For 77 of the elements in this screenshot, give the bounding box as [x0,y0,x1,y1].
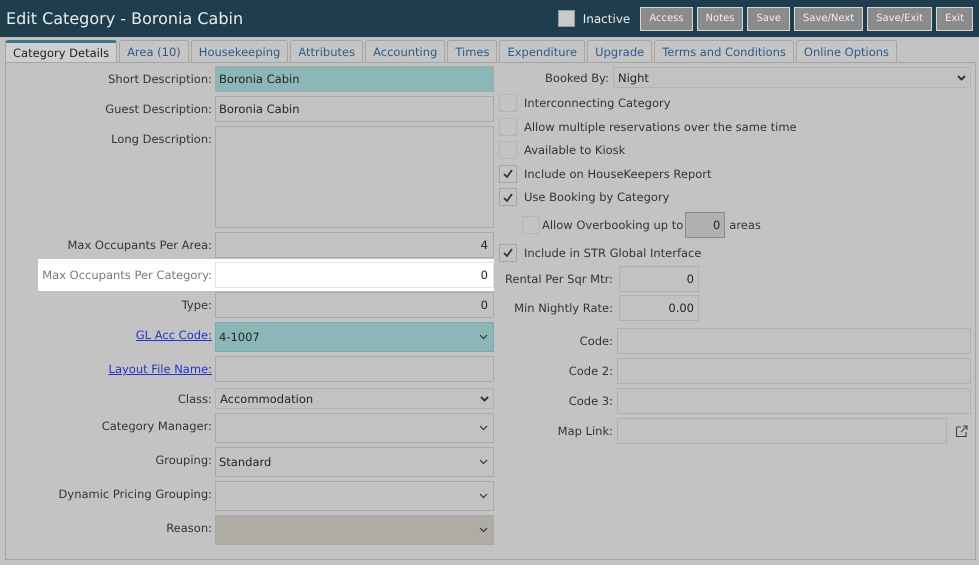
field-label: Code: [578,334,614,348]
chevron-down-icon [957,74,966,81]
chevron-down-icon [479,334,488,340]
field-label: Max Occupants Per Category: [41,267,212,282]
text-area[interactable] [215,126,494,228]
checkbox-label: Interconnecting Category [524,96,671,110]
field-label: Long Description: [110,131,212,146]
unit-label: areas [729,218,761,232]
checkbox[interactable] [499,244,517,262]
field-label: Class: [176,391,212,406]
checkbox[interactable] [558,10,575,27]
field-label: Min Nightly Rate: [513,301,614,315]
tab[interactable]: Housekeeping [190,40,288,62]
text-field[interactable] [215,356,494,382]
tab[interactable]: Area (10) [119,40,189,62]
number-field[interactable]: 0 [685,212,726,238]
toolbar-button[interactable]: Save [747,6,790,30]
dropdown[interactable]: 4-1007 [215,322,494,352]
chevron-down-icon [479,459,488,465]
chevron-down-icon [480,396,489,402]
checkmark-icon [503,248,513,258]
field-label: Max Occupants Per Area: [66,237,212,252]
field-label: Reason: [165,520,212,535]
field-label: Code 2: [568,364,614,378]
field-label: Code 3: [568,394,614,408]
chevron-down-icon [479,527,488,533]
field-label: Booked By: [544,70,610,85]
checkbox-label: Inactive [582,12,630,26]
checkbox-label: Use Booking by Category [524,190,670,204]
tab[interactable]: Accounting [365,40,446,62]
dropdown[interactable] [215,481,494,511]
dropdown[interactable] [215,413,494,443]
field-label: Category Manager: [100,418,212,433]
dropdown[interactable]: Standard [215,447,494,477]
field-label: Guest Description: [104,101,212,116]
checkbox[interactable] [499,188,517,206]
number-field[interactable]: 4 [215,232,494,258]
checkbox-label: Include in STR Global Interface [524,246,702,260]
number-field[interactable]: 0 [215,292,494,318]
field-label: Map Link: [556,424,614,438]
tab[interactable]: Upgrade [587,40,652,62]
chevron-down-icon [479,425,488,431]
field-label: Type: [180,297,212,312]
chevron-down-icon [479,493,488,499]
number-field[interactable]: 0 [215,262,494,288]
tab[interactable]: Expenditure [499,40,586,62]
field-label: Rental Per Sqr Mtr: [504,272,614,286]
tab[interactable]: Times [447,40,498,62]
field-link[interactable]: GL Acc Code: [136,322,212,342]
tab[interactable]: Attributes [290,40,364,62]
toolbar-button[interactable]: Save/Next [794,6,864,30]
checkbox-label: Allow multiple reservations over the same time [524,120,797,134]
checkbox[interactable] [499,164,517,183]
tab[interactable]: Terms and Conditions [654,40,794,62]
text-field[interactable]: Boronia Cabin [215,96,494,122]
toolbar-button[interactable]: Exit [936,6,973,30]
checkmark-icon [503,169,513,178]
number-field[interactable]: 0 [619,266,699,292]
dropdown[interactable]: Accommodation [215,388,494,409]
field-label: Short Description: [107,71,212,86]
toolbar-button[interactable]: Access [640,6,693,30]
tab[interactable]: Category Details [5,40,118,62]
field-label: Dynamic Pricing Grouping: [58,486,212,501]
field-link[interactable]: Layout File Name: [108,356,212,376]
window-title: Edit Category - Boronia Cabin [6,9,244,28]
toolbar-button[interactable]: Notes [696,6,744,30]
checkbox-label: Allow Overbooking up to [542,218,684,232]
checkbox-label: Include on HouseKeepers Report [524,166,712,181]
text-field[interactable]: Boronia Cabin [215,66,494,92]
external-link-icon[interactable] [955,424,968,438]
checkmark-icon [503,192,513,202]
dropdown[interactable]: Night [613,67,971,88]
checkbox-label: Available to Kiosk [524,143,626,158]
toolbar-button[interactable]: Save/Exit [867,6,932,30]
tab[interactable]: Online Options [796,40,898,62]
field-label: Grouping: [154,452,212,467]
number-field[interactable]: 0.00 [619,295,699,321]
